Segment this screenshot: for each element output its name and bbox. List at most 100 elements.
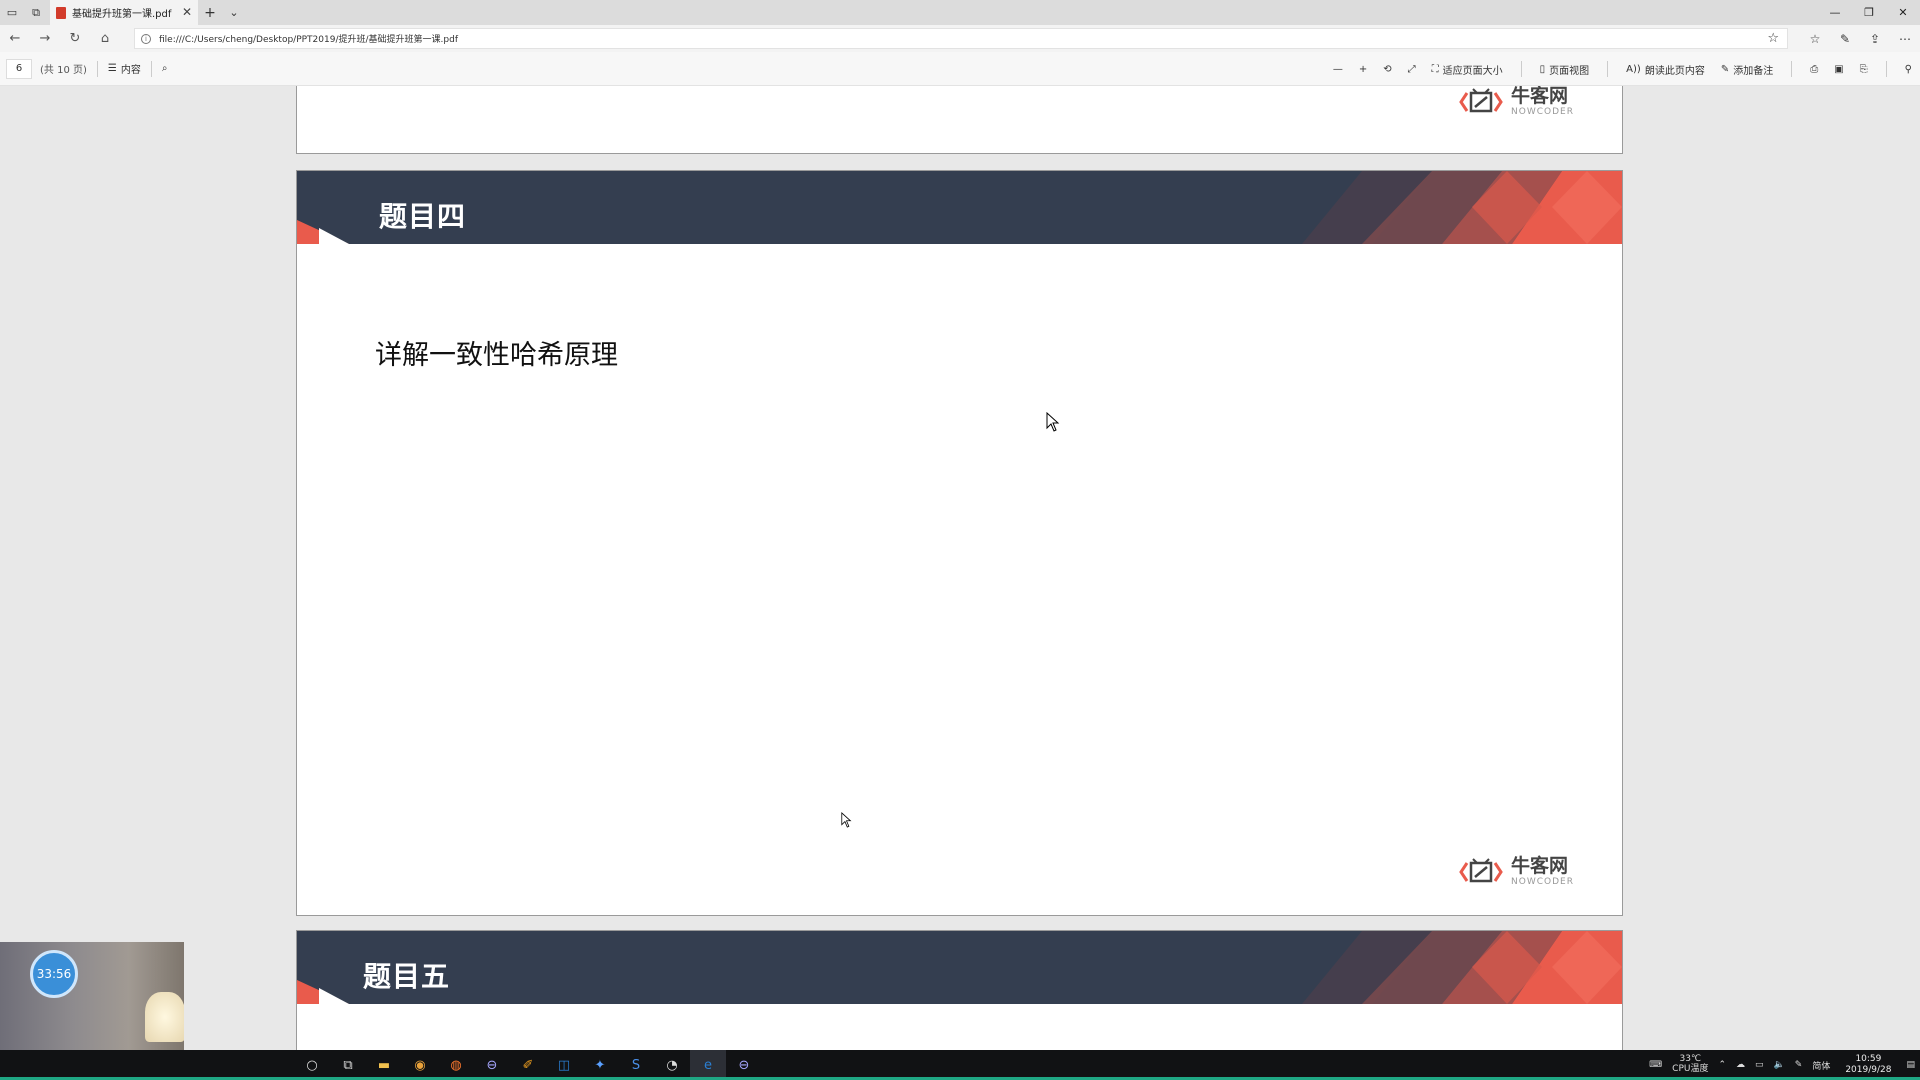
system-tray: ⌨ 33℃ CPU温度 ⌃ ☁ ▭ 🔈 ✎ 简体 10:59 2019/9/28… xyxy=(1644,1050,1920,1080)
pdf-document-area[interactable]: 牛客网 NOWCODER 题目四 详解一致性哈希原理 牛客网 NOWCODER … xyxy=(0,86,1920,1050)
refresh-icon[interactable]: ↻ xyxy=(60,25,90,52)
divider xyxy=(96,60,98,77)
expand-icon: ⤢ xyxy=(1407,63,1416,75)
share-icon[interactable]: ⇪ xyxy=(1860,25,1890,52)
notification-icon[interactable]: ▤ xyxy=(1901,1060,1920,1070)
info-icon[interactable]: i xyxy=(141,33,151,44)
sogou-icon[interactable]: S xyxy=(618,1050,654,1080)
favorites-icon[interactable]: ☆ xyxy=(1800,25,1830,52)
page-view-button[interactable]: ▯ 页面视图 xyxy=(1532,52,1598,86)
task-view-icon[interactable]: ⧉ xyxy=(330,1050,366,1080)
plus-icon: + xyxy=(1358,63,1368,75)
clock-time: 10:59 xyxy=(1855,1054,1882,1065)
url-text: file:///C:/Users/cheng/Desktop/PPT2019/提… xyxy=(159,35,458,45)
browser-tab-bar: ▭ ⧉ 基础提升班第一课.pdf ✕ + ⌄ — ❐ ✕ xyxy=(0,0,1920,25)
logo-cn: 牛客网 xyxy=(1511,855,1569,877)
keyboard-icon[interactable]: ⌨ xyxy=(1644,1060,1667,1070)
ime-indicator[interactable]: 简体 xyxy=(1807,1059,1835,1072)
add-note-button[interactable]: ✎ 添加备注 xyxy=(1713,52,1781,86)
save-button[interactable]: ▣ xyxy=(1826,52,1851,86)
nowcoder-logo: 牛客网 NOWCODER xyxy=(1459,857,1574,887)
add-note-label: 添加备注 xyxy=(1733,65,1774,77)
contents-button[interactable]: ☰ 内容 xyxy=(108,61,141,76)
logo-en: NOWCODER xyxy=(1511,107,1574,117)
minus-icon: — xyxy=(1332,63,1343,75)
read-aloud-icon: A)) xyxy=(1626,63,1641,75)
divider xyxy=(1520,61,1522,77)
search-button[interactable]: ⌕ xyxy=(162,63,168,74)
home-icon[interactable]: ⌂ xyxy=(90,25,120,52)
read-aloud-button[interactable]: A)) 朗读此页内容 xyxy=(1618,52,1713,86)
more-icon[interactable]: ⋯ xyxy=(1890,25,1920,52)
cortana-icon[interactable]: ○ xyxy=(294,1050,330,1080)
edge-icon[interactable]: e xyxy=(690,1050,726,1080)
set-tabs-aside-icon[interactable]: ⧉ xyxy=(24,0,48,25)
chrome-icon[interactable]: ◉ xyxy=(402,1050,438,1080)
search-icon: ⌕ xyxy=(161,63,168,74)
volume-icon[interactable]: 🔈 xyxy=(1769,1060,1790,1070)
page-total: (共 10 页) xyxy=(40,65,87,76)
pdf-file-icon xyxy=(56,6,66,19)
slide-header-band: 题目五 xyxy=(297,931,1622,1004)
outlook-icon[interactable]: ◫ xyxy=(546,1050,582,1080)
divider xyxy=(1607,61,1609,77)
windows-taskbar: ○ ⧉ ▬ ◉ ◍ ⊖ ✐ ◫ ✦ S ◔ e ⊖ ⌨ 33℃ CPU温度 ⌃ … xyxy=(0,1050,1920,1080)
fit-page-label: 适应页面大小 xyxy=(1442,65,1503,77)
new-tab-icon[interactable]: + xyxy=(198,0,222,25)
clock[interactable]: 10:59 2019/9/28 xyxy=(1835,1054,1901,1076)
webcam-lamp xyxy=(145,992,184,1042)
clock-date: 2019/9/28 xyxy=(1845,1065,1892,1075)
fullscreen-button[interactable]: ⤢ xyxy=(1400,52,1424,86)
clock-app-icon[interactable]: ◔ xyxy=(654,1050,690,1080)
fit-page-icon: ⛶ xyxy=(1431,63,1439,75)
rotate-button[interactable]: ⟲ xyxy=(1375,52,1399,86)
mouse-cursor-icon xyxy=(1046,412,1060,432)
forward-icon[interactable]: → xyxy=(30,25,60,52)
cloud-icon[interactable]: ☁ xyxy=(1731,1060,1750,1070)
restore-icon[interactable]: ❐ xyxy=(1852,0,1886,25)
app-icon-2[interactable]: ⊖ xyxy=(726,1050,762,1080)
read-aloud-label: 朗读此页内容 xyxy=(1644,65,1705,77)
slide-title: 题目五 xyxy=(363,960,451,993)
divider xyxy=(1885,61,1887,77)
close-tab-icon[interactable]: ✕ xyxy=(182,5,192,19)
cpu-temp: 33℃ CPU温度 xyxy=(1667,1054,1713,1075)
nowcoder-logo: 牛客网 NOWCODER xyxy=(1459,87,1574,117)
zoom-in-button[interactable]: + xyxy=(1351,52,1375,86)
minimize-icon[interactable]: — xyxy=(1818,0,1852,25)
pdf-toolbar: 6 (共 10 页) ☰ 内容 ⌕ — + ⟲ ⤢ ⛶ 适应页面大小 ▯ 页面视… xyxy=(0,52,1920,86)
fit-page-button[interactable]: ⛶ 适应页面大小 xyxy=(1424,52,1511,86)
logo-en: NOWCODER xyxy=(1511,877,1574,887)
tab-actions-icon[interactable]: ▭ xyxy=(0,0,24,25)
notes-pen-icon[interactable]: ✎ xyxy=(1830,25,1860,52)
print-button[interactable]: ⎙ xyxy=(1802,52,1826,86)
recording-timer: 33:56 xyxy=(30,950,78,998)
network-icon[interactable]: ▭ xyxy=(1750,1060,1769,1070)
secondary-cursor-icon xyxy=(841,812,852,828)
app-icon[interactable]: ⊖ xyxy=(474,1050,510,1080)
save-as-icon: ⎘ xyxy=(1859,63,1868,75)
tab-list-chevron-icon[interactable]: ⌄ xyxy=(222,0,246,25)
close-window-icon[interactable]: ✕ xyxy=(1886,0,1920,25)
slide-header-band: 题目四 xyxy=(297,171,1622,244)
white-wedge xyxy=(319,228,349,244)
favorite-star-icon[interactable]: ☆ xyxy=(1767,31,1779,46)
feather-app-icon[interactable]: ✦ xyxy=(582,1050,618,1080)
page-number-input[interactable]: 6 xyxy=(6,58,32,79)
pen-app-icon[interactable]: ✐ xyxy=(510,1050,546,1080)
url-input[interactable]: i file:///C:/Users/cheng/Desktop/PPT2019… xyxy=(134,28,1788,49)
firefox-icon[interactable]: ◍ xyxy=(438,1050,474,1080)
save-as-button[interactable]: ⎘ xyxy=(1852,52,1876,86)
file-explorer-icon[interactable]: ▬ xyxy=(366,1050,402,1080)
address-bar: ← → ↻ ⌂ i file:///C:/Users/cheng/Desktop… xyxy=(0,25,1920,52)
chevron-up-icon[interactable]: ⌃ xyxy=(1713,1060,1731,1070)
zoom-out-button[interactable]: — xyxy=(1325,52,1351,86)
tab-pdf[interactable]: 基础提升班第一课.pdf ✕ xyxy=(50,0,198,25)
pen-tray-icon[interactable]: ✎ xyxy=(1790,1060,1808,1070)
pdf-page-next: 题目五 xyxy=(296,930,1623,1050)
nowcoder-logo-icon xyxy=(1459,858,1503,883)
rotate-icon: ⟲ xyxy=(1383,63,1392,75)
back-icon[interactable]: ← xyxy=(0,25,30,52)
pin-toolbar-button[interactable]: ⚲ xyxy=(1897,52,1920,86)
divider xyxy=(150,60,152,77)
